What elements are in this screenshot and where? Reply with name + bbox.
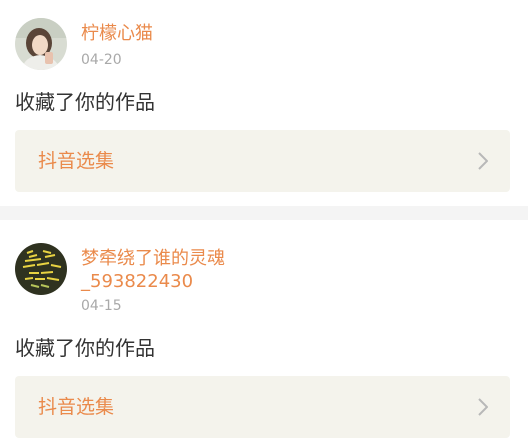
notification-date: 04-20 (81, 52, 122, 68)
chevron-right-icon (478, 398, 488, 416)
chevron-right-icon (478, 152, 488, 170)
user-avatar[interactable] (15, 18, 67, 70)
divider (0, 206, 528, 220)
work-link[interactable]: 抖音选集 (15, 130, 510, 192)
notification-message: 收藏了你的作品 (15, 90, 155, 114)
username[interactable]: 梦牵绕了谁的灵魂 (81, 247, 225, 271)
user-avatar[interactable] (15, 243, 67, 295)
work-title: 抖音选集 (38, 396, 115, 418)
avatar-calligraphy-icon (15, 243, 67, 295)
work-title: 抖音选集 (38, 150, 115, 172)
username-continued[interactable]: _593822430 (81, 270, 193, 294)
notification-item[interactable]: 柠檬心猫 04-20 收藏了你的作品 抖音选集 (0, 0, 528, 206)
notification-item[interactable]: 梦牵绕了谁的灵魂 _593822430 04-15 收藏了你的作品 抖音选集 (0, 220, 528, 438)
notification-message: 收藏了你的作品 (15, 336, 155, 360)
work-link[interactable]: 抖音选集 (15, 376, 510, 438)
notification-date: 04-15 (81, 298, 122, 314)
username[interactable]: 柠檬心猫 (81, 22, 153, 46)
avatar-photo-icon (15, 18, 67, 70)
